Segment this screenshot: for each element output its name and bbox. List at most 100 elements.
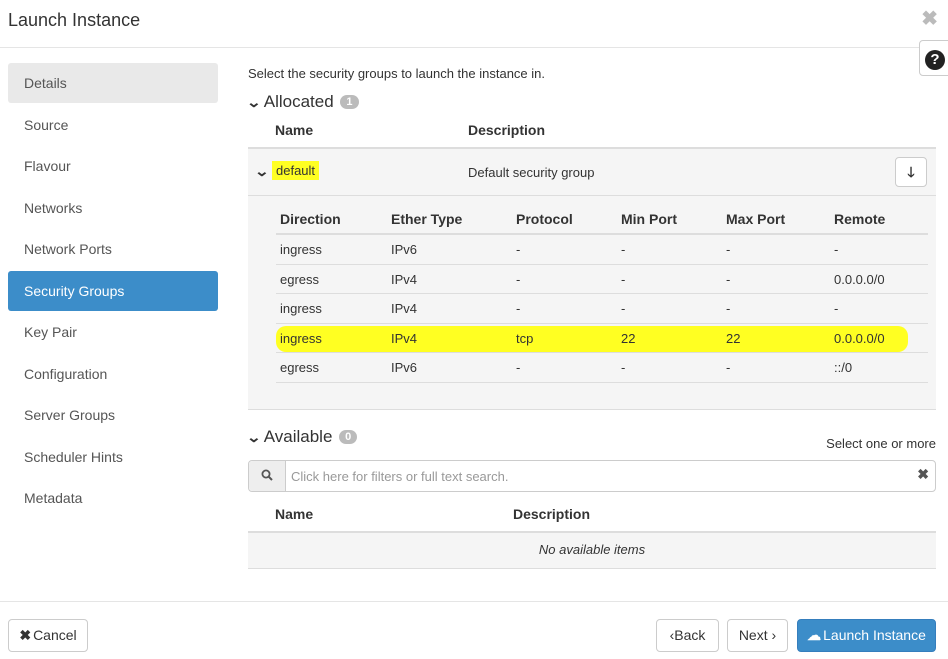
search-input[interactable] (291, 465, 891, 487)
allocated-count-badge: 1 (340, 95, 359, 109)
search-addon (249, 461, 286, 491)
back-button[interactable]: ‹Back (656, 619, 719, 652)
rules-table: Direction Ether Type Protocol Min Port M… (276, 203, 928, 383)
column-header-name: Name (275, 506, 314, 522)
next-button[interactable]: Next › (727, 619, 788, 652)
rule-ether-type: IPv4 (391, 271, 418, 287)
arrow-down-icon: 🡓 (907, 164, 915, 180)
rule-direction: egress (280, 271, 320, 287)
rule-max-port: 22 (726, 330, 741, 346)
sidebar-item-scheduler-hints[interactable]: Scheduler Hints (8, 437, 218, 477)
deallocate-button[interactable]: 🡓 (895, 157, 927, 187)
rule-direction: ingress (280, 330, 322, 346)
rule-row: ingress IPv6 - - - - (276, 235, 928, 265)
security-group-description: Default security group (468, 165, 595, 180)
help-button[interactable]: ? (919, 40, 948, 76)
allocated-row-default[interactable]: ⌄ default Default security group 🡓 (248, 149, 936, 196)
search-icon (261, 469, 273, 481)
sidebar-item-networks[interactable]: Networks (8, 188, 218, 228)
column-header-description: Description (513, 506, 591, 522)
rule-remote: ::/0 (834, 360, 853, 375)
available-count-badge: 0 (339, 430, 358, 444)
cancel-button[interactable]: ✖ Cancel (8, 619, 88, 652)
rules-table-header: Direction Ether Type Protocol Min Port M… (276, 203, 928, 235)
rule-row: egress IPv6 - - - ::/0 (276, 353, 928, 383)
select-hint: Select one or more (826, 436, 936, 451)
rule-protocol: - (516, 301, 521, 316)
rule-direction: egress (280, 360, 320, 375)
rules-col-max-port: Max Port (726, 211, 786, 227)
rule-min-port: - (621, 242, 626, 257)
rule-protocol: - (516, 360, 521, 375)
sidebar-item-flavour[interactable]: Flavour (8, 146, 218, 186)
wizard-sidebar: Details Source Flavour Networks Network … (8, 63, 218, 520)
rule-remote: 0.0.0.0/0 (834, 271, 885, 287)
rule-min-port: - (621, 360, 626, 375)
rule-min-port: - (621, 301, 626, 316)
rule-row-highlighted: ingress IPv4 tcp 22 22 0.0.0.0/0 (276, 324, 928, 353)
sidebar-item-metadata[interactable]: Metadata (8, 478, 218, 518)
rules-col-ether-type: Ether Type (391, 211, 463, 227)
no-items-row: No available items (248, 533, 936, 569)
available-table-header: Name Description (248, 497, 936, 533)
chevron-down-icon[interactable]: ⌄ (254, 163, 269, 180)
available-section-toggle[interactable]: ⌄ Available 0 (246, 427, 358, 447)
available-title: Available (263, 427, 333, 446)
close-icon: ✖ (19, 627, 32, 643)
rule-ether-type: IPv4 (391, 301, 418, 316)
rule-row: egress IPv4 - - - 0.0.0.0/0 (276, 265, 928, 294)
next-label: Next (738, 627, 768, 643)
rule-ether-type: IPv6 (391, 360, 418, 375)
sidebar-item-security-groups[interactable]: Security Groups (8, 270, 218, 311)
sidebar-item-network-ports[interactable]: Network Ports (8, 229, 218, 269)
chevron-right-icon: › (767, 627, 777, 643)
modal-header: Launch Instance ✖ (0, 0, 948, 48)
cancel-label: Cancel (33, 627, 77, 643)
rule-max-port: - (726, 242, 731, 257)
rule-remote: - (834, 242, 839, 257)
rules-col-protocol: Protocol (516, 211, 573, 227)
rule-min-port: - (621, 271, 626, 287)
rule-remote: 0.0.0.0/0 (834, 330, 885, 346)
modal-title: Launch Instance (8, 10, 141, 30)
rule-max-port: - (726, 360, 731, 375)
close-icon[interactable]: ✖ (921, 6, 938, 31)
sidebar-item-server-groups[interactable]: Server Groups (8, 395, 218, 435)
allocated-section-toggle[interactable]: ⌄ Allocated 1 (246, 92, 359, 112)
chevron-down-icon: ⌄ (246, 429, 262, 445)
rule-direction: ingress (280, 242, 322, 257)
rule-max-port: - (726, 271, 731, 287)
launch-instance-button[interactable]: ☁ Launch Instance (797, 619, 936, 652)
column-header-name: Name (275, 122, 314, 138)
launch-label: Launch Instance (823, 627, 926, 643)
sidebar-item-configuration[interactable]: Configuration (8, 354, 218, 394)
allocated-title: Allocated (263, 92, 334, 111)
modal-footer: ✖ Cancel ‹Back Next › ☁ Launch Instance (0, 601, 948, 659)
clear-search-icon[interactable]: ✖ (917, 466, 929, 483)
sidebar-item-source[interactable]: Source (8, 105, 218, 145)
intro-text: Select the security groups to launch the… (248, 66, 546, 81)
rule-min-port: 22 (621, 330, 636, 346)
rule-protocol: - (516, 242, 521, 257)
allocated-table-header: Name Description (248, 113, 936, 149)
chevron-down-icon: ⌄ (246, 94, 262, 110)
rule-protocol: - (516, 271, 521, 287)
security-group-name: default (272, 161, 320, 180)
rule-remote: - (834, 301, 839, 316)
rules-col-min-port: Min Port (621, 211, 677, 227)
rules-col-direction: Direction (280, 211, 341, 227)
rule-row: ingress IPv4 - - - - (276, 294, 928, 324)
rule-max-port: - (726, 301, 731, 316)
rule-protocol: tcp (516, 330, 534, 346)
cloud-upload-icon: ☁ (807, 627, 822, 643)
column-header-description: Description (468, 122, 546, 138)
rule-direction: ingress (280, 301, 322, 316)
help-icon: ? (925, 50, 945, 70)
back-label: Back (674, 627, 706, 643)
rule-ether-type: IPv4 (391, 330, 418, 346)
sidebar-item-key-pair[interactable]: Key Pair (8, 312, 218, 352)
sidebar-item-details[interactable]: Details (8, 63, 218, 103)
search-bar[interactable]: ✖ (248, 460, 936, 492)
rules-detail-panel: Direction Ether Type Protocol Min Port M… (248, 196, 936, 410)
rules-col-remote: Remote (834, 211, 886, 227)
